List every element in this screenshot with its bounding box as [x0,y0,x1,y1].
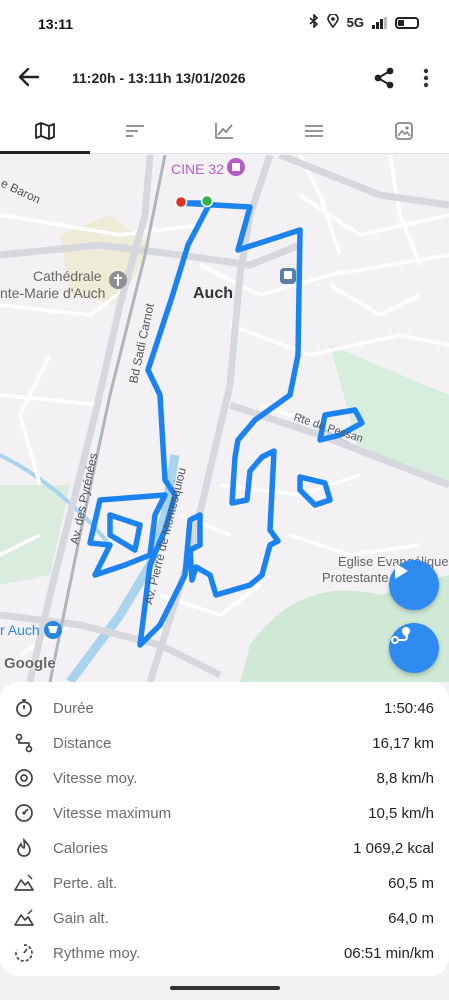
stat-label: Perte. alt. [53,875,118,892]
stat-value: 06:51 min/km [343,945,434,962]
battery-icon [395,16,419,29]
tab-laps[interactable] [90,108,180,153]
chart-icon [215,122,234,139]
stat-row-max-speed: Vitesse maximum 10,5 km/h [0,795,449,830]
map-canvas[interactable]: CINE 32 Cathédrale nte-Marie d'Auch Auch… [0,155,449,682]
cathedral-label-line1: Cathédrale [33,268,102,284]
stat-value: 8,8 km/h [376,770,434,787]
activity-title: 11:20h - 13:11h 13/01/2026 [72,70,246,86]
stat-value: 1 069,2 kcal [353,840,434,857]
more-vert-icon [423,68,429,88]
status-icons: 5G [309,13,419,31]
signal-icon [372,16,387,29]
stat-row-calories: Calories 1 069,2 kcal [0,830,449,865]
stats-panel: Durée 1:50:46 Distance 16,17 km Vitesse … [0,682,449,976]
transit-poi-icon[interactable] [280,268,296,284]
stat-label: Distance [53,735,112,752]
route-options-button[interactable] [389,623,439,673]
pace-icon [15,944,33,962]
stat-row-avg-pace: Rythme moy. 06:51 min/km [0,935,449,970]
distance-icon [15,733,33,753]
stat-row-distance: Distance 16,17 km [0,725,449,760]
stat-row-duration: Durée 1:50:46 [0,690,449,725]
play-icon [395,563,408,579]
cinema-poi-icon[interactable] [227,158,245,176]
stat-value: 1:50:46 [383,700,434,717]
stat-row-elevation-loss: Perte. alt. 60,5 m [0,865,449,900]
tab-bar [0,108,449,154]
cinema-label: CINE 32 [171,161,224,177]
stat-label: Calories [53,840,109,857]
play-replay-button[interactable] [389,560,439,610]
stat-label: Durée [53,700,94,717]
stat-row-elevation-gain: Gain alt. 64,0 m [0,900,449,935]
google-logo: Google [4,655,56,672]
menu-lines-icon [305,124,324,137]
cathedral-poi-icon[interactable] [109,271,127,289]
arrow-left-icon [18,67,40,87]
stat-value: 64,0 m [388,910,434,927]
stat-value: 60,5 m [388,875,434,892]
shop-label: r Auch [0,622,40,638]
app-bar: 11:20h - 13:11h 13/01/2026 [0,48,449,108]
church-label-line2: Protestante... [322,570,399,585]
share-icon [374,67,394,89]
photo-icon [395,121,413,140]
street-label-baron: e Baron [0,176,43,206]
location-icon [326,13,339,31]
stat-label: Vitesse moy. [53,770,138,787]
more-options-button[interactable] [414,64,438,92]
sort-lines-icon [125,124,144,137]
route-end-marker [174,195,188,209]
timer-icon [16,699,32,717]
stat-row-avg-speed: Vitesse moy. 8,8 km/h [0,760,449,795]
shop-poi-icon[interactable] [44,621,62,639]
descent-icon [14,874,34,891]
tab-map[interactable] [0,108,90,154]
tab-details[interactable] [269,108,359,153]
back-button[interactable] [14,62,44,92]
gesture-nav-bar[interactable] [170,986,280,990]
tab-photo[interactable] [359,108,449,153]
stat-value: 10,5 km/h [368,805,434,822]
route-icon [391,627,410,644]
route-map[interactable]: CINE 32 Cathédrale nte-Marie d'Auch Auch… [0,155,449,682]
stat-label: Vitesse maximum [53,805,172,822]
ascent-icon [14,909,34,926]
speed-icon [15,769,33,787]
status-bar: 13:11 5G [0,0,449,48]
stat-label: Rythme moy. [53,945,141,962]
cathedral-label-line2: nte-Marie d'Auch [0,285,105,301]
max-speed-icon [15,804,33,822]
status-time: 13:11 [38,16,74,32]
bluetooth-icon [309,13,319,31]
network-type: 5G [346,15,364,30]
route-start-marker [200,194,214,208]
stat-value: 16,17 km [372,735,434,752]
tab-chart[interactable] [180,108,270,153]
share-button[interactable] [370,64,398,92]
calories-icon [17,838,31,857]
city-label: Auch [193,285,233,302]
map-icon [34,121,55,140]
stat-label: Gain alt. [53,910,109,927]
